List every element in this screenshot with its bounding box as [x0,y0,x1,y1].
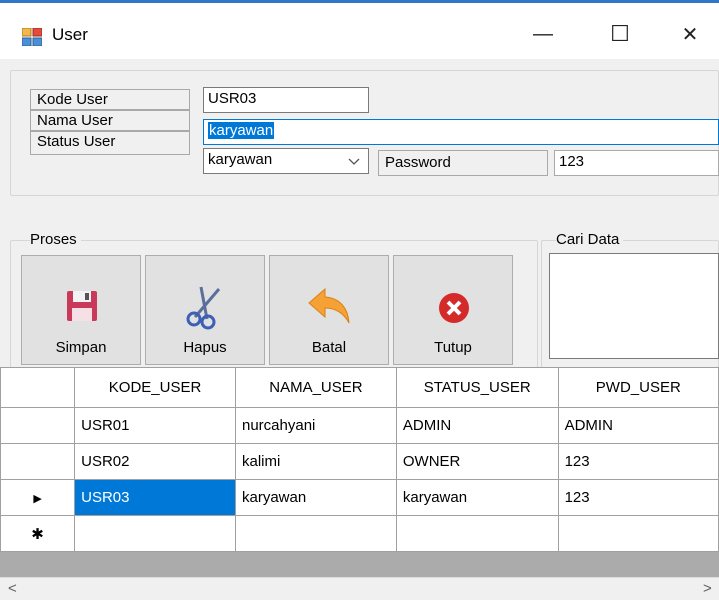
row-header-cell[interactable]: ▶ [0,479,76,516]
cari-data-input[interactable] [549,253,719,359]
table-cell[interactable]: karyawan [395,479,559,516]
close-icon: ✕ [681,23,699,46]
column-header[interactable]: PWD_USER [557,367,719,408]
minimize-button[interactable]: — [518,14,568,54]
hapus-button[interactable]: Hapus [145,255,265,365]
table-row[interactable]: USR01 nurcahyani ADMIN ADMIN [0,407,719,444]
table-cell[interactable] [395,515,559,552]
simpan-button-label: Simpan [55,339,107,356]
horizontal-scrollbar[interactable]: < > [0,577,719,600]
scroll-left-icon[interactable]: < [8,580,17,597]
floppy-disk-icon [67,291,97,321]
batal-button-label: Batal [311,339,347,356]
table-cell[interactable]: 123 [557,443,719,480]
maximize-button[interactable]: ☐ [595,14,645,54]
close-button[interactable]: ✕ [665,14,715,54]
status-user-dropdown[interactable]: karyawan [203,148,369,174]
nama-user-field[interactable]: karyawan [203,119,719,145]
column-header[interactable]: STATUS_USER [395,367,559,408]
table-cell[interactable] [234,515,397,552]
new-row-indicator-icon: ✱ [31,525,44,543]
table-cell[interactable]: karyawan [234,479,397,516]
nama-user-label: Nama User [30,110,190,131]
hapus-button-label: Hapus [183,339,227,356]
new-table-row[interactable]: ✱ [0,515,719,552]
close-circle-icon [439,293,469,323]
chevron-down-icon [348,158,360,165]
table-cell[interactable]: ADMIN [557,407,719,444]
password-label: Password [378,150,548,176]
minimize-icon: — [533,22,553,45]
table-cell[interactable] [74,515,236,552]
table-cell[interactable]: nurcahyani [234,407,397,444]
table-cell-selected[interactable]: USR03 [74,479,236,516]
proses-group-label: Proses [30,231,81,248]
cari-data-label: Cari Data [556,231,624,248]
table-cell[interactable]: kalimi [234,443,397,480]
current-row-indicator-icon: ▶ [33,493,42,505]
table-cell[interactable]: USR01 [74,407,236,444]
column-header[interactable]: KODE_USER [74,367,236,408]
tutup-button[interactable]: Tutup [393,255,513,365]
kode-user-label: Kode User [30,89,190,110]
row-header-cell[interactable]: ✱ [0,515,76,552]
table-cell[interactable]: OWNER [395,443,559,480]
maximize-icon: ☐ [610,21,630,46]
window-title: User [52,25,88,44]
table-cell[interactable]: 123 [557,479,719,516]
grid-header-row: KODE_USER NAMA_USER STATUS_USER PWD_USER [0,367,719,408]
user-data-grid[interactable]: KODE_USER NAMA_USER STATUS_USER PWD_USER… [0,367,719,577]
scissors-icon [186,286,221,330]
grid-corner-cell [0,367,76,408]
scroll-right-icon[interactable]: > [703,580,712,597]
status-user-value: karyawan [208,151,273,168]
simpan-button[interactable]: Simpan [21,255,141,365]
nama-user-selected-text: karyawan [208,122,275,139]
status-user-label: Status User [30,131,190,155]
table-cell[interactable]: USR02 [74,443,236,480]
batal-button[interactable]: Batal [269,255,389,365]
password-field[interactable]: 123 [554,150,719,176]
row-header-cell[interactable] [0,407,76,444]
column-header[interactable]: NAMA_USER [234,367,397,408]
table-cell[interactable]: ADMIN [395,407,559,444]
row-header-cell[interactable] [0,443,76,480]
undo-arrow-icon [308,287,350,324]
kode-user-field[interactable]: USR03 [203,87,369,113]
table-row[interactable]: USR02 kalimi OWNER 123 [0,443,719,480]
table-cell[interactable] [557,515,719,552]
tutup-button-label: Tutup [434,339,472,356]
table-row[interactable]: ▶ USR03 karyawan karyawan 123 [0,479,719,516]
app-form-icon [22,28,42,46]
